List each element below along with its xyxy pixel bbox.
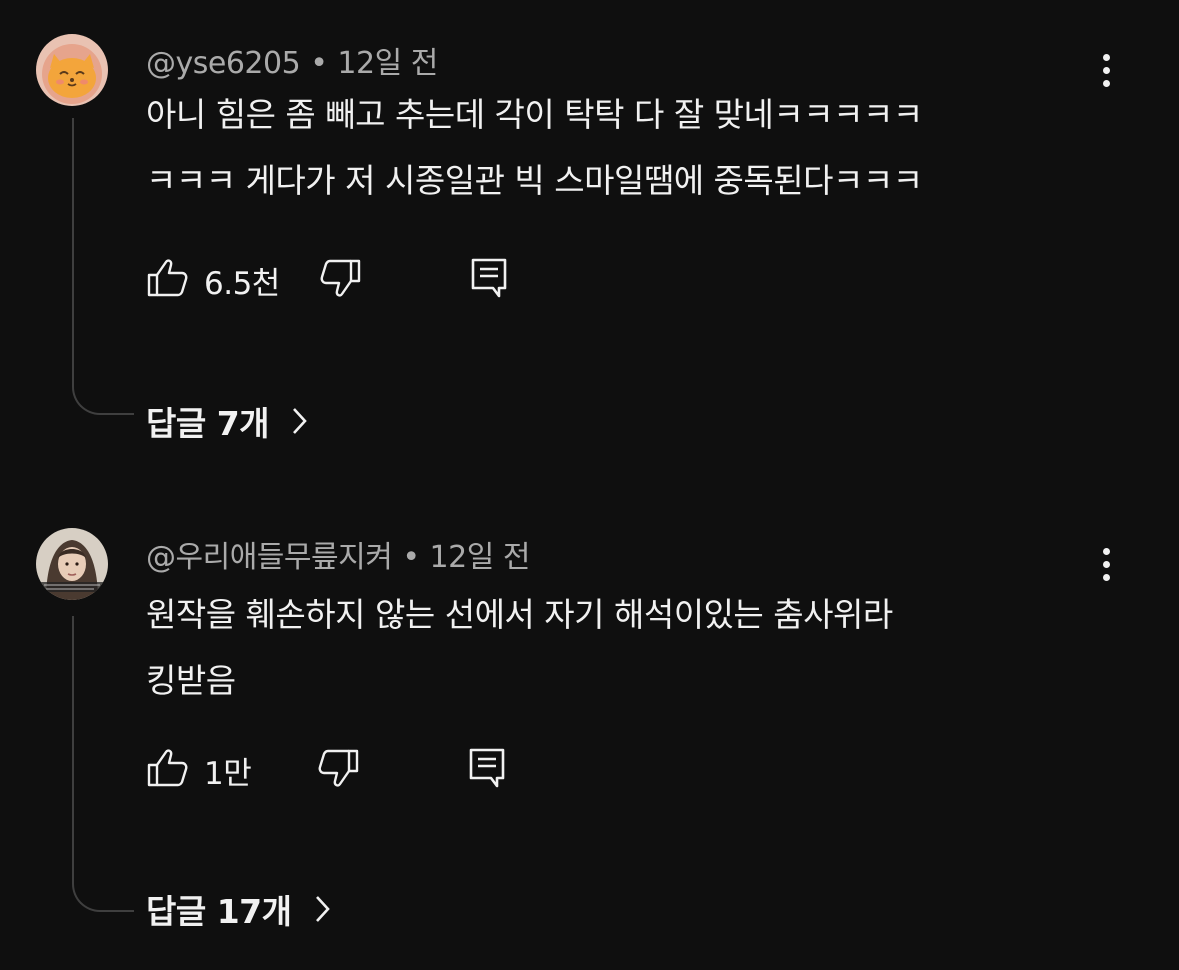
thumbs-down-icon[interactable] (318, 256, 362, 300)
comment-author[interactable]: @yse6205 (146, 46, 301, 81)
comment-text: 원작을 훼손하지 않는 선에서 자기 해석이있는 춤사위라 킹받음 (146, 582, 1096, 714)
comment-reply-icon[interactable] (466, 746, 510, 790)
comment-actions: 6.5천 (146, 252, 546, 302)
chevron-right-icon (293, 408, 307, 434)
comment-time[interactable]: 12일 전 (430, 540, 531, 575)
comment-text-line: 킹받음 (146, 661, 236, 700)
comment-reply-icon[interactable] (468, 256, 512, 300)
meta-separator: • (310, 46, 328, 81)
view-replies-button[interactable]: 답글 7개 (146, 396, 311, 446)
thread-connector-line (72, 118, 134, 415)
comment-thread: @우리애들무릎지켜 • 12일 전 원작을 훼손하지 않는 선에서 자기 해석이있는… (0, 490, 1179, 970)
comment-actions: 1만 (146, 742, 546, 792)
cartoon-cat-avatar (36, 34, 108, 106)
chevron-right-icon (315, 896, 330, 922)
comment-text-line: 원작을 훼손하지 않는 선에서 자기 해석이있는 춤사위라 (146, 595, 893, 634)
comment-time[interactable]: 12일 전 (337, 46, 438, 81)
comments-page: @yse6205 • 12일 전 아니 힘은 좀 빼고 추는데 각이 탁탁 다 잘 … (0, 0, 1179, 970)
avatar[interactable] (36, 528, 108, 600)
comment-thread: @yse6205 • 12일 전 아니 힘은 좀 빼고 추는데 각이 탁탁 다 잘 … (0, 0, 1179, 490)
comment-text: 아니 힘은 좀 빼고 추는데 각이 탁탁 다 잘 맞네ㅋㅋㅋㅋㅋ ㅋㅋㅋ 게다가… (146, 82, 1096, 214)
comment-text-line: ㅋㅋㅋ 게다가 저 시종일관 빅 스마일땜에 중독된다ㅋㅋㅋ (146, 161, 923, 200)
thumbs-up-icon[interactable] (146, 746, 190, 790)
replies-label: 답글 17개 (146, 892, 292, 931)
more-vertical-icon[interactable] (1090, 542, 1122, 586)
comment-meta: @yse6205 • 12일 전 (146, 38, 438, 82)
thread-connector-line (72, 616, 134, 912)
thumbs-down-icon[interactable] (316, 746, 360, 790)
comment-text-line: 아니 힘은 좀 빼고 추는데 각이 탁탁 다 잘 맞네ㅋㅋㅋㅋㅋ (146, 95, 923, 134)
avatar[interactable] (36, 34, 108, 106)
comment-meta: @우리애들무릎지켜 • 12일 전 (146, 532, 530, 576)
like-count: 6.5천 (204, 266, 280, 302)
photo-avatar (36, 528, 108, 600)
comment-author[interactable]: @우리애들무릎지켜 (146, 540, 393, 575)
thumbs-up-icon[interactable] (146, 256, 190, 300)
replies-label: 답글 7개 (146, 404, 270, 443)
like-count: 1만 (204, 756, 252, 792)
meta-separator: • (402, 540, 420, 575)
view-replies-button[interactable]: 답글 17개 (146, 884, 334, 934)
